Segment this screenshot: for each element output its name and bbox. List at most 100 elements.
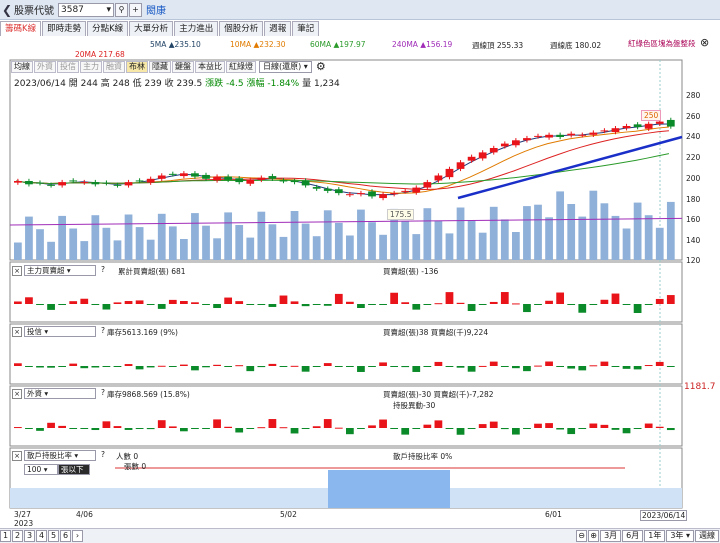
tab-branch-kline[interactable]: 分點K線 bbox=[87, 21, 129, 36]
page-5[interactable]: 5 bbox=[48, 530, 59, 542]
period-select[interactable]: 日線(還原) ▾ bbox=[259, 61, 312, 73]
btn-pe[interactable]: 本益比 bbox=[195, 61, 225, 73]
main-force-bar bbox=[135, 300, 144, 304]
volume-value: 1,234 bbox=[313, 79, 340, 89]
plus-icon[interactable]: + bbox=[129, 2, 142, 17]
range-1y[interactable]: 1年 bbox=[644, 530, 666, 542]
tab-stock-analysis[interactable]: 個股分析 bbox=[219, 21, 264, 36]
lot-select[interactable]: 100 ▾ bbox=[24, 464, 58, 475]
volume-bar bbox=[478, 232, 487, 260]
volume-bar bbox=[180, 239, 188, 260]
retail-area bbox=[328, 470, 450, 508]
btn-ma[interactable]: 均線 bbox=[11, 61, 33, 73]
tab-realtime[interactable]: 即時走勢 bbox=[42, 21, 87, 36]
range-3m[interactable]: 3月 bbox=[600, 530, 622, 542]
foreign-bar bbox=[589, 423, 598, 428]
tab-chip-kline[interactable]: 籌碼K線 bbox=[0, 21, 42, 36]
help-icon[interactable]: ? bbox=[101, 388, 105, 397]
panel-close-icon[interactable]: × bbox=[12, 327, 22, 337]
volume-bar bbox=[622, 228, 631, 260]
candle-body bbox=[279, 180, 288, 182]
foreign-bar bbox=[434, 420, 443, 428]
btn-trust[interactable]: 投信 bbox=[57, 61, 79, 73]
volume-bar bbox=[489, 206, 498, 260]
btn-hide[interactable]: 隱藏 bbox=[149, 61, 171, 73]
trust-bar bbox=[312, 366, 321, 367]
candle-body bbox=[633, 124, 642, 128]
panel-close-icon[interactable]: × bbox=[12, 266, 22, 276]
range-6m[interactable]: 6月 bbox=[622, 530, 644, 542]
page-4[interactable]: 4 bbox=[36, 530, 47, 542]
volume-bar bbox=[523, 206, 531, 260]
retail-ratio: 散戶持股比率 0% bbox=[393, 452, 453, 461]
stock-code-input[interactable]: 3587 ▾ bbox=[58, 2, 114, 17]
page-2[interactable]: 2 bbox=[12, 530, 23, 542]
page-6[interactable]: 6 bbox=[60, 530, 71, 542]
help-icon[interactable]: ? bbox=[101, 326, 105, 335]
bottom-bar: 1 2 3 4 5 6 › ⊖ ⊕ 3月 6月 1年 3年 ▾ 週線 bbox=[0, 528, 720, 543]
btn-traffic[interactable]: 紅綠燈 bbox=[226, 61, 256, 73]
btn-margin[interactable]: 融資 bbox=[103, 61, 125, 73]
zoom-out-icon[interactable]: ⊖ bbox=[576, 530, 588, 542]
candle-body bbox=[456, 162, 465, 169]
tab-notes[interactable]: 筆記 bbox=[292, 21, 320, 36]
tab-weekly[interactable]: 週報 bbox=[264, 21, 292, 36]
main-force-bar bbox=[500, 292, 509, 304]
back-icon[interactable]: ❮ bbox=[0, 3, 14, 17]
btn-keyboard[interactable]: 鍵盤 bbox=[172, 61, 194, 73]
trust-bar bbox=[622, 366, 631, 369]
trust-bar bbox=[567, 366, 576, 369]
volume-bar bbox=[91, 215, 100, 260]
volume-bar bbox=[578, 216, 587, 260]
main-force-bar bbox=[157, 304, 166, 309]
help-icon[interactable]: ? bbox=[101, 265, 105, 274]
lot-button[interactable]: 張以下 bbox=[58, 464, 90, 475]
help-icon[interactable]: ? bbox=[101, 450, 105, 459]
page-1[interactable]: 1 bbox=[0, 530, 11, 542]
volume-bar bbox=[633, 202, 642, 260]
zoom-in-icon[interactable]: ⊕ bbox=[588, 530, 600, 542]
tab-big-order[interactable]: 大單分析 bbox=[129, 21, 174, 36]
main-force-bar bbox=[644, 304, 653, 305]
panel2-select-value: 投信 bbox=[27, 327, 42, 336]
panel-close-icon[interactable]: × bbox=[12, 451, 22, 461]
candle-body bbox=[290, 181, 299, 183]
volume-bar bbox=[456, 207, 465, 260]
panel3-select[interactable]: 外資 ▾ bbox=[24, 388, 96, 399]
panel1-select[interactable]: 主力買賣超 ▾ bbox=[24, 265, 96, 276]
main-force-bar bbox=[478, 304, 487, 305]
candle-body bbox=[434, 175, 443, 181]
candle-body bbox=[412, 187, 421, 193]
search-icon[interactable]: ⚲ bbox=[115, 2, 128, 17]
btn-bollinger[interactable]: 布林 bbox=[126, 61, 148, 73]
panel4-select[interactable]: 散戶持股比率 ▾ bbox=[24, 450, 96, 461]
gear-icon[interactable]: ⚙ bbox=[316, 61, 326, 73]
range-3y[interactable]: 3年 ▾ bbox=[666, 530, 694, 542]
main-force-bar bbox=[224, 297, 233, 304]
page-3[interactable]: 3 bbox=[24, 530, 35, 542]
trust-bar bbox=[235, 365, 244, 367]
trust-bar bbox=[36, 366, 44, 368]
ma240-line bbox=[9, 217, 683, 226]
panel2-select[interactable]: 投信 ▾ bbox=[24, 326, 96, 337]
pct-value: -1.84% bbox=[267, 79, 300, 89]
page-next-icon[interactable]: › bbox=[72, 530, 83, 542]
volume-bar bbox=[58, 215, 67, 260]
main-force-bar bbox=[25, 297, 33, 304]
ma240-label: 240MA ▲156.19 bbox=[392, 40, 453, 49]
foreign-bar bbox=[268, 419, 277, 428]
foreign-bar bbox=[567, 428, 576, 435]
btn-foreign[interactable]: 外資 bbox=[34, 61, 56, 73]
volume-bar bbox=[368, 222, 376, 260]
btn-main[interactable]: 主力 bbox=[80, 61, 102, 73]
main-force-bar bbox=[268, 304, 277, 307]
panel4-select-value: 散戶持股比率 bbox=[27, 451, 72, 460]
close-icon[interactable]: ⊗ bbox=[700, 36, 709, 49]
panel-close-icon[interactable]: × bbox=[12, 389, 22, 399]
trust-bar bbox=[489, 361, 498, 366]
volume-bar bbox=[202, 225, 210, 260]
range-weekly[interactable]: 週線 bbox=[695, 530, 719, 542]
tab-main-force[interactable]: 主力進出 bbox=[174, 21, 219, 36]
candle-body bbox=[146, 178, 155, 183]
trust-bar bbox=[58, 366, 67, 367]
